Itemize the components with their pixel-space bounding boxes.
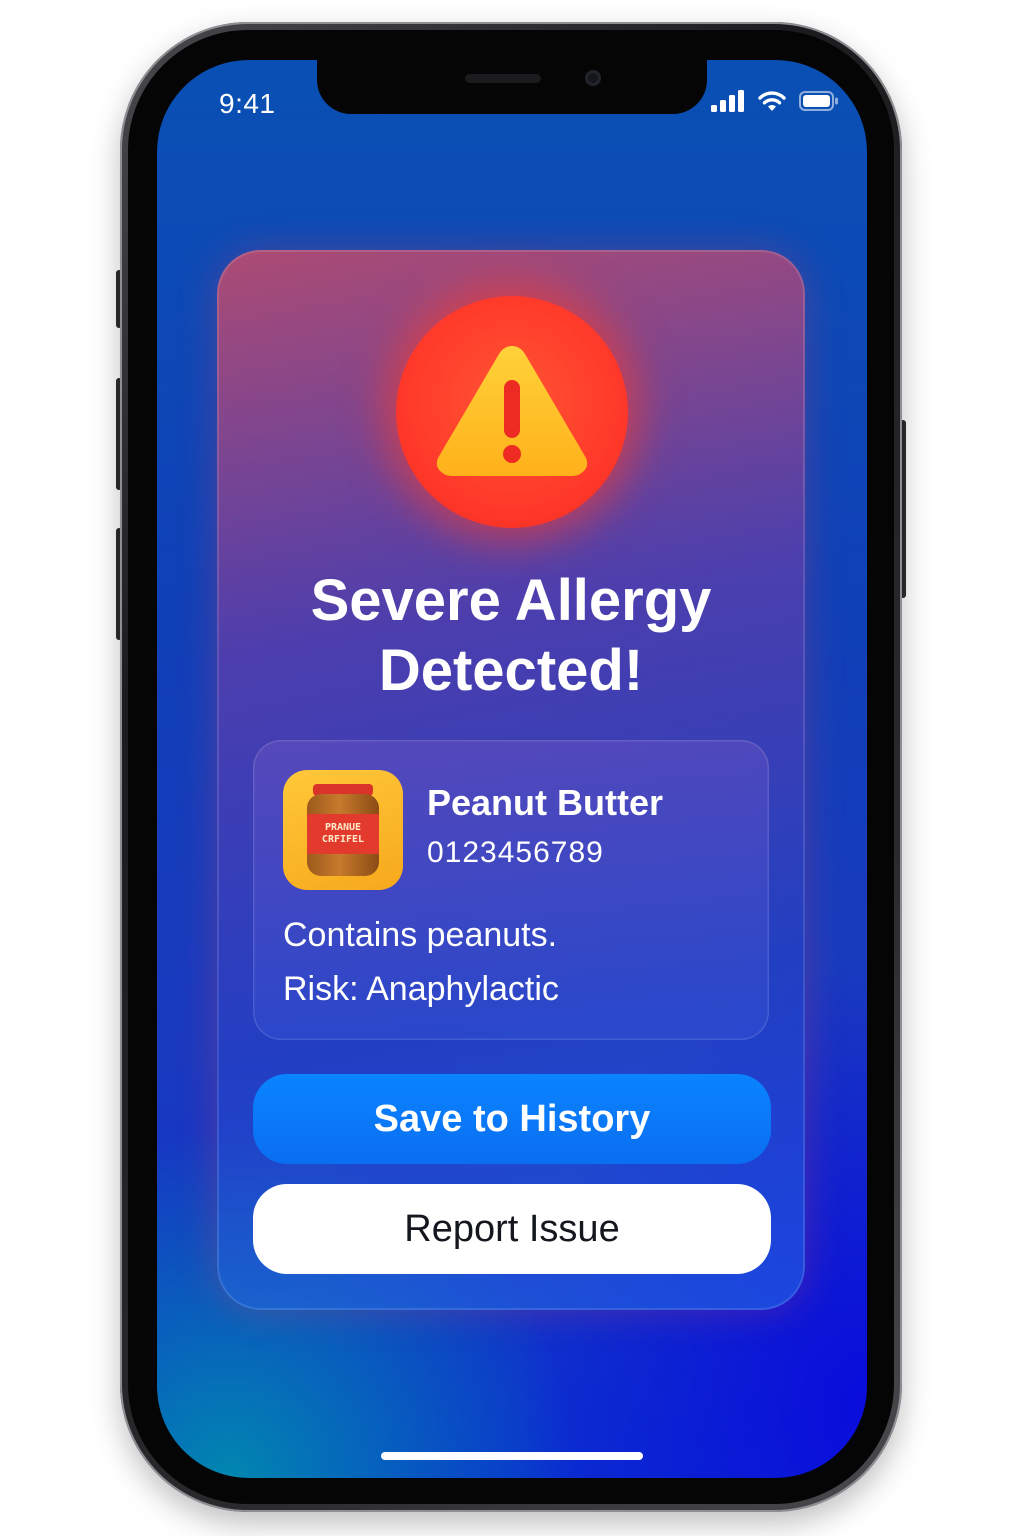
warning-triangle-icon	[430, 334, 594, 489]
product-name: Peanut Butter	[427, 782, 664, 823]
battery-icon	[799, 91, 839, 116]
product-barcode: 0123456789	[427, 836, 604, 869]
peanut-butter-jar-icon: PRANUE CRFIFEL	[283, 770, 403, 890]
report-issue-button[interactable]: Report Issue	[253, 1184, 771, 1274]
alert-title-line-1: Severe Allergy	[310, 568, 712, 633]
speaker-grille	[465, 74, 541, 83]
save-to-history-button[interactable]: Save to History	[253, 1074, 771, 1164]
jar-label-line-2: CRFIFEL	[321, 834, 365, 845]
phone-screen: 9:41 Severe Allergy Detected! PRANUE CRF…	[157, 60, 867, 1478]
wifi-icon	[757, 90, 787, 117]
alert-title-line-2: Detected!	[378, 638, 644, 703]
status-time: 9:41	[219, 88, 276, 119]
warning-badge	[396, 296, 628, 528]
product-card: PRANUE CRFIFEL Peanut Butter 0123456789 …	[253, 740, 769, 1040]
alert-title: Severe Allergy Detected!	[217, 566, 805, 706]
cellular-signal-icon	[711, 90, 745, 117]
status-icons	[711, 90, 839, 117]
notch	[317, 60, 707, 114]
home-indicator[interactable]	[381, 1452, 643, 1460]
risk-level: Risk: Anaphylactic	[283, 970, 559, 1008]
allergy-alert-card: Severe Allergy Detected! PRANUE CRFIFEL …	[217, 250, 805, 1310]
jar-label-line-1: PRANUE	[324, 822, 362, 833]
allergen-note: Contains peanuts.	[283, 916, 558, 954]
jar-label: PRANUE CRFIFEL	[307, 814, 379, 854]
front-camera	[585, 70, 601, 86]
